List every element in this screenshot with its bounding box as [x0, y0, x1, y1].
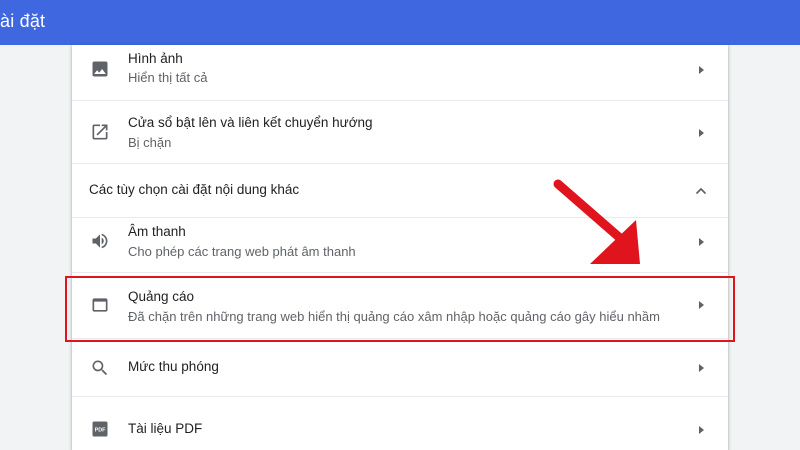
arrow-right-icon	[696, 65, 706, 75]
setting-label: Hình ảnh	[128, 51, 183, 66]
open-in-new-icon	[90, 122, 110, 142]
volume-icon	[90, 231, 110, 251]
setting-label: Cửa sổ bật lên và liên kết chuyển hướng	[128, 115, 373, 130]
red-pointer-arrow-icon	[553, 179, 640, 264]
arrow-right-icon	[696, 363, 706, 373]
svg-text:PDF: PDF	[95, 428, 107, 434]
page-title: ài đặt	[0, 11, 46, 31]
setting-description: Bị chặn	[128, 135, 172, 150]
arrow-right-icon	[696, 128, 706, 138]
setting-row-images[interactable]: Hình ảnh Hiển thị tất cả	[72, 45, 728, 100]
setting-description: Hiển thị tất cả	[128, 70, 208, 85]
highlight-box	[65, 276, 735, 342]
setting-description: Cho phép các trang web phát âm thanh	[128, 244, 356, 259]
setting-row-zoom[interactable]: Mức thu phóng	[72, 338, 728, 396]
pdf-icon: PDF	[90, 419, 110, 439]
setting-label: Mức thu phóng	[128, 359, 219, 374]
section-title: Các tùy chọn cài đặt nội dung khác	[89, 182, 300, 197]
arrow-right-icon	[696, 425, 706, 435]
zoom-search-icon	[90, 358, 110, 378]
setting-label: Âm thanh	[128, 224, 186, 239]
image-icon	[90, 59, 110, 79]
settings-top-bar: ài đặt	[0, 0, 800, 45]
setting-row-popups[interactable]: Cửa sổ bật lên và liên kết chuyển hướng …	[72, 100, 728, 163]
chevron-up-icon[interactable]	[694, 184, 708, 198]
setting-label: Tài liệu PDF	[128, 421, 203, 436]
setting-row-pdf[interactable]: PDF Tài liệu PDF	[72, 396, 728, 450]
arrow-right-icon	[696, 237, 706, 247]
